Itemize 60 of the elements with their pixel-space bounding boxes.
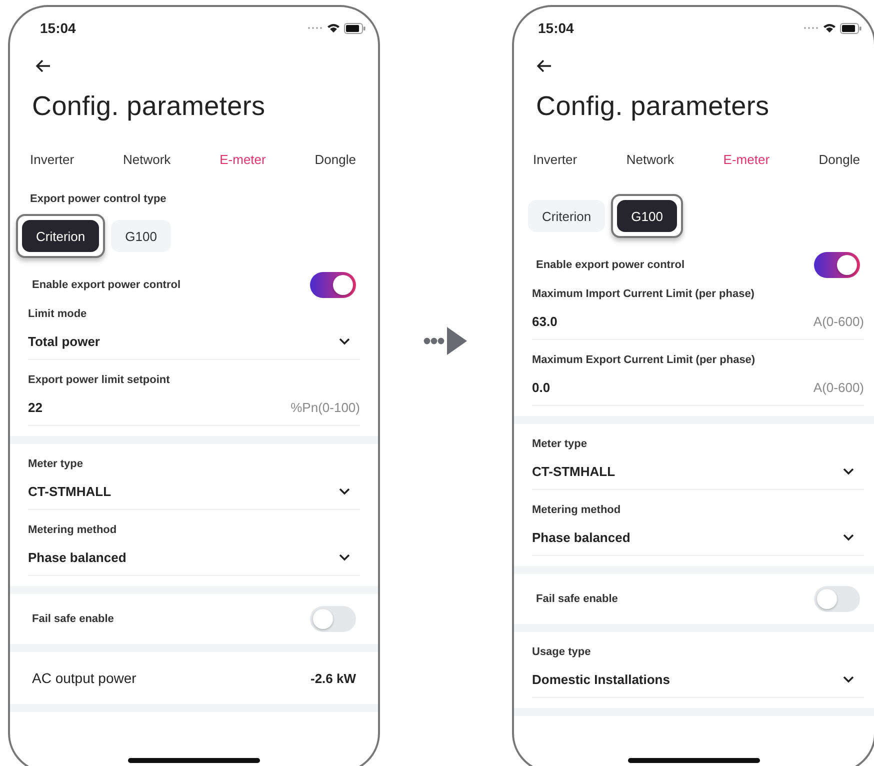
dropdown-field[interactable]: Domestic Installations (532, 667, 864, 698)
status-time: 15:04 (40, 20, 76, 36)
tab[interactable]: Dongle (314, 152, 356, 167)
option-chip[interactable]: Criterion (528, 200, 606, 232)
tab[interactable]: Inverter (533, 152, 578, 167)
field-label: Usage type (532, 646, 592, 658)
field-label: Maximum Export Current Limit (per phase) (532, 354, 756, 366)
chevron-down-icon (339, 338, 350, 344)
setting-label: Fail safe enable (536, 593, 618, 605)
page-title: Config. parameters (32, 91, 266, 122)
option-chip[interactable]: Criterion (22, 220, 100, 252)
setting-label: Fail safe enable (32, 613, 114, 625)
toggle-switch[interactable] (814, 586, 860, 612)
signal-icon (307, 26, 323, 30)
signal-icon (803, 26, 819, 30)
option-chip[interactable]: G100 (617, 200, 677, 232)
tab[interactable]: Network (626, 152, 674, 167)
input-field[interactable]: 22 %Pn(0-100) (28, 395, 360, 426)
wifi-icon (327, 23, 340, 33)
input-field[interactable]: 63.0 A(0-600) (532, 309, 864, 340)
chevron-down-icon (843, 468, 854, 474)
chevron-down-icon (843, 534, 854, 540)
wifi-icon (823, 23, 836, 33)
field-label: Metering method (28, 524, 118, 536)
page-title: Config. parameters (536, 91, 770, 122)
input-field[interactable]: 0.0 A(0-600) (532, 375, 864, 406)
field-label: Meter type (532, 438, 588, 450)
field-label: Limit mode (28, 308, 88, 320)
reading-value: -2.6 kW (310, 670, 356, 686)
setting-label: Enable export power control (32, 279, 181, 291)
chevron-down-icon (339, 554, 350, 560)
field-label: Maximum Import Current Limit (per phase) (532, 288, 756, 300)
battery-icon (344, 22, 366, 34)
back-arrow-icon[interactable] (35, 59, 51, 73)
dropdown-field[interactable]: Phase balanced (28, 545, 360, 576)
dropdown-field[interactable]: CT-STMHALL (532, 459, 864, 490)
reading-label: AC output power (32, 670, 136, 686)
tab[interactable]: Dongle (818, 152, 860, 167)
status-time: 15:04 (538, 20, 574, 36)
field-label: Export power control type (29, 193, 168, 205)
field-label: Meter type (28, 458, 84, 470)
dropdown-field[interactable]: Total power (28, 329, 360, 360)
tab[interactable]: E-meter (220, 152, 266, 167)
chevron-down-icon (339, 488, 350, 494)
arrow-icon (423, 326, 469, 356)
dropdown-field[interactable]: CT-STMHALL (28, 479, 360, 510)
toggle-switch[interactable] (814, 252, 860, 278)
field-label: Export power limit setpoint (28, 374, 171, 386)
toggle-switch[interactable] (310, 606, 356, 632)
battery-icon (840, 22, 862, 34)
toggle-switch[interactable] (310, 272, 356, 298)
setting-label: Enable export power control (536, 259, 685, 271)
tab[interactable]: Network (123, 152, 171, 167)
tab[interactable]: E-meter (723, 152, 770, 167)
option-chip[interactable]: G100 (111, 220, 171, 252)
dropdown-field[interactable]: Phase balanced (532, 525, 864, 556)
tab[interactable]: Inverter (30, 152, 74, 167)
field-label: Metering method (532, 504, 622, 516)
back-arrow-icon[interactable] (536, 59, 552, 73)
chevron-down-icon (843, 676, 854, 682)
